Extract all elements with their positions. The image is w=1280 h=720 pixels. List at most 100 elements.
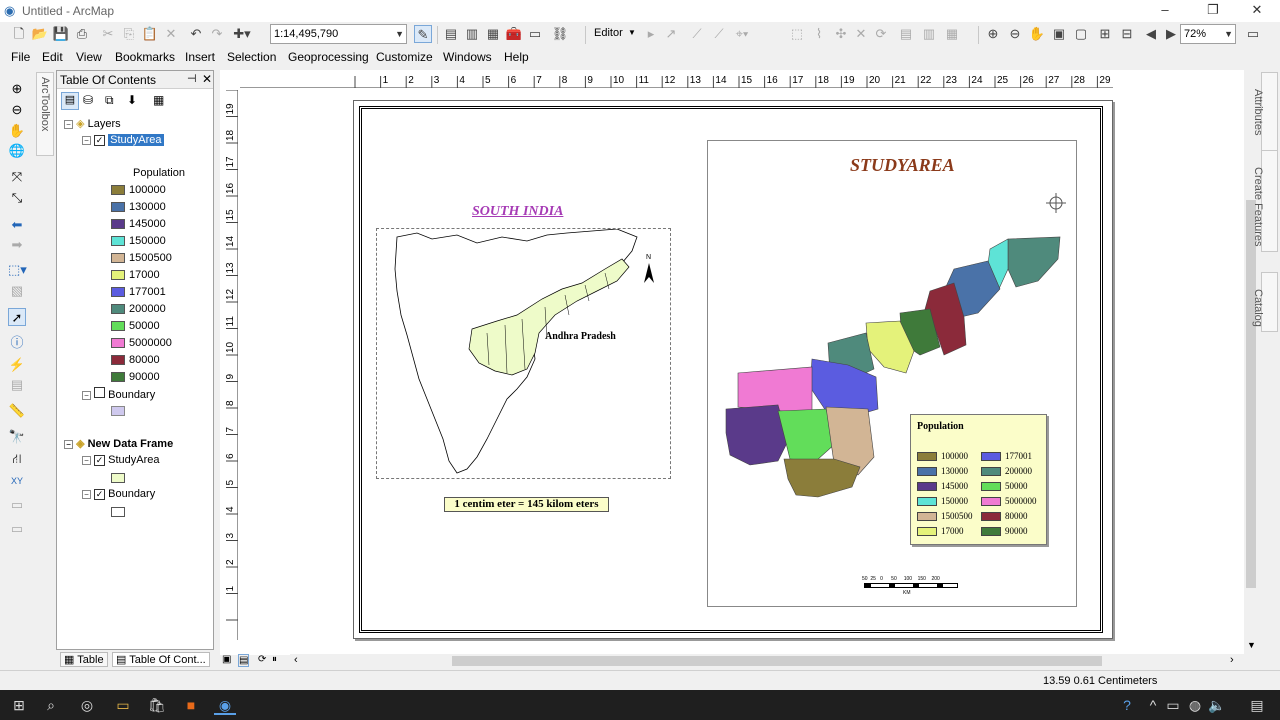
maximize-button[interactable]: ❐ (1190, 0, 1236, 22)
collapse-icon[interactable]: − (82, 490, 91, 499)
python-window-icon[interactable]: ▭ (526, 25, 544, 43)
pan-page-icon[interactable]: ✋ (1028, 25, 1046, 43)
go-to-xy-icon[interactable]: XY (8, 472, 26, 490)
sketch-properties-icon[interactable]: ▥ (920, 25, 938, 43)
undo-icon[interactable]: ↶ (187, 25, 205, 43)
layout-view-icon[interactable]: ▤ (238, 654, 250, 667)
menu-edit[interactable]: Edit (42, 50, 63, 64)
close-button[interactable]: ✕ (1234, 0, 1280, 22)
list-by-selection-icon[interactable]: ⬇ (127, 93, 137, 107)
find-route-icon[interactable]: ⛙ (8, 450, 26, 468)
edit-annotation-icon[interactable]: ↗ (662, 25, 680, 43)
select-features-icon[interactable]: ⬚▾ (8, 261, 27, 279)
search-icon[interactable]: ⌕ (40, 695, 62, 715)
search-window-icon[interactable]: ▦ (484, 25, 502, 43)
zoom-in-page-icon[interactable]: ⊕ (984, 25, 1002, 43)
app-icon[interactable]: ■ (180, 695, 202, 715)
notifications-icon[interactable]: ▤ (1246, 695, 1268, 715)
menu-file[interactable]: File (11, 50, 30, 64)
tab-toc[interactable]: ▤ Table Of Cont... (112, 652, 210, 667)
add-data-icon[interactable]: ✚▾ (233, 25, 251, 43)
menu-help[interactable]: Help (504, 50, 529, 64)
menu-bookmarks[interactable]: Bookmarks (115, 50, 175, 64)
clear-selection-icon[interactable]: ▧ (8, 282, 26, 300)
toc-boundary-row[interactable]: − Boundary (82, 387, 155, 401)
copy-icon[interactable]: ⎘ (120, 25, 138, 43)
pin-icon[interactable]: ⊣ (187, 72, 197, 85)
edit-vertices-icon[interactable]: ⬚ (788, 25, 806, 43)
map-scale-combo[interactable]: 1:14,495,790 ▼ (270, 24, 407, 44)
fixed-zoom-in-icon[interactable]: ⊞ (1096, 25, 1114, 43)
end-point-icon[interactable]: ⟋ (710, 25, 728, 43)
toc-studyarea2-row[interactable]: − ✓ StudyArea (82, 454, 160, 466)
attributes-tab[interactable]: Attributes (1252, 72, 1278, 152)
edit-tool-icon[interactable]: ▸ (642, 25, 660, 43)
delete-icon[interactable]: ✕ (162, 25, 180, 43)
minimize-button[interactable]: – (1142, 0, 1188, 22)
fixed-zoom-out-icon[interactable]: ⤡ (8, 189, 26, 207)
data-view-icon[interactable]: ▣ (222, 654, 231, 665)
full-extent-icon[interactable]: 🌐 (8, 142, 26, 160)
file-explorer-icon[interactable]: ▭ (112, 695, 134, 715)
reshape-icon[interactable]: ⌇ (810, 25, 828, 43)
identify-icon[interactable]: ⓘ (8, 334, 26, 352)
attributes-icon[interactable]: ▤ (897, 25, 915, 43)
menu-windows[interactable]: Windows (443, 50, 492, 64)
arctoolbox-icon[interactable]: 🧰 (505, 25, 523, 43)
toc-studyarea-row[interactable]: − ✓ StudyArea (82, 134, 164, 146)
menu-selection[interactable]: Selection (227, 50, 276, 64)
layout-zoom-combo[interactable]: 72% ▼ (1180, 24, 1236, 44)
boundary2-layer-label[interactable]: Boundary (108, 488, 155, 500)
arcmap-taskbar-icon[interactable]: ◉ (214, 695, 236, 715)
html-popup-icon[interactable]: ▤ (8, 376, 26, 394)
vertical-ruler[interactable]: 1234567891011121314151617181920 (222, 63, 238, 640)
volume-icon[interactable]: 🔈 (1206, 695, 1228, 715)
network-icon[interactable]: ◍ (1184, 695, 1206, 715)
hyperlink-icon[interactable]: ⚡ (8, 356, 26, 374)
toc-close-icon[interactable]: ✕ (202, 72, 212, 86)
windows-start-icon[interactable]: ⊞ (8, 695, 30, 715)
print-icon[interactable]: ⎙ (73, 25, 91, 43)
split-icon[interactable]: ✣ (832, 25, 850, 43)
collapse-icon[interactable]: − (64, 120, 73, 129)
cut-polygons-icon[interactable]: ✕ (852, 25, 870, 43)
scale-text[interactable]: 1 centim eter = 145 kilom eters (444, 497, 609, 512)
previous-extent-icon[interactable]: ◀ (1142, 25, 1160, 43)
menu-customize[interactable]: Customize (376, 50, 433, 64)
list-by-source-icon[interactable]: ⛁ (83, 93, 93, 107)
paste-icon[interactable]: 📋 (141, 25, 159, 43)
tab-table[interactable]: ▦ Table (60, 652, 108, 667)
menu-insert[interactable]: Insert (185, 50, 215, 64)
collapse-icon[interactable]: − (82, 391, 91, 400)
redo-icon[interactable]: ↷ (208, 25, 226, 43)
collapse-icon[interactable]: − (82, 456, 91, 465)
fixed-zoom-in-icon[interactable]: ⤧ (8, 168, 26, 186)
toggle-draft-mode-icon[interactable]: ▭ (1244, 25, 1262, 43)
battery-icon[interactable]: ▭ (1162, 695, 1184, 715)
zoom-out-icon[interactable]: ⊖ (8, 101, 26, 119)
list-by-visibility-icon[interactable]: ⧉ (105, 93, 114, 108)
fixed-zoom-out-icon[interactable]: ⊟ (1118, 25, 1136, 43)
arctoolbox-tab[interactable]: ArcToolbox (36, 72, 54, 156)
catalog-tab[interactable]: Catalog (1252, 272, 1278, 332)
vertical-scrollbar[interactable]: ▼ (1244, 70, 1258, 655)
scroll-right-icon[interactable]: › (1230, 654, 1234, 666)
editor-toolbar-icon[interactable]: ✎ (414, 25, 432, 43)
zoom-whole-page-icon[interactable]: ▣ (1050, 25, 1068, 43)
toc-layers-row[interactable]: − ◈ Layers (64, 117, 121, 130)
inset-map-frame[interactable]: Andhra Pradesh N (376, 228, 671, 479)
create-features-tab[interactable]: Create Features (1252, 150, 1278, 252)
toc-new-frame-row[interactable]: − ◈ New Data Frame (64, 437, 173, 450)
next-extent-icon[interactable]: ▶ (1162, 25, 1180, 43)
steam-icon[interactable]: ◎ (76, 695, 98, 715)
back-extent-icon[interactable]: ⬅ (8, 216, 26, 234)
toc-boundary2-row[interactable]: − ✓ Boundary (82, 488, 155, 500)
options-icon[interactable]: ▦ (153, 93, 164, 107)
zoom-out-page-icon[interactable]: ⊖ (1006, 25, 1024, 43)
help-icon[interactable]: ? (1116, 695, 1138, 715)
straight-segment-icon[interactable]: ⟋ (688, 25, 706, 43)
menu-view[interactable]: View (76, 50, 102, 64)
horizontal-scrollbar[interactable]: ‹ › (290, 654, 1244, 668)
viewer-window-icon[interactable]: ▭ (8, 520, 26, 538)
rotate-icon[interactable]: ⟳ (872, 25, 890, 43)
